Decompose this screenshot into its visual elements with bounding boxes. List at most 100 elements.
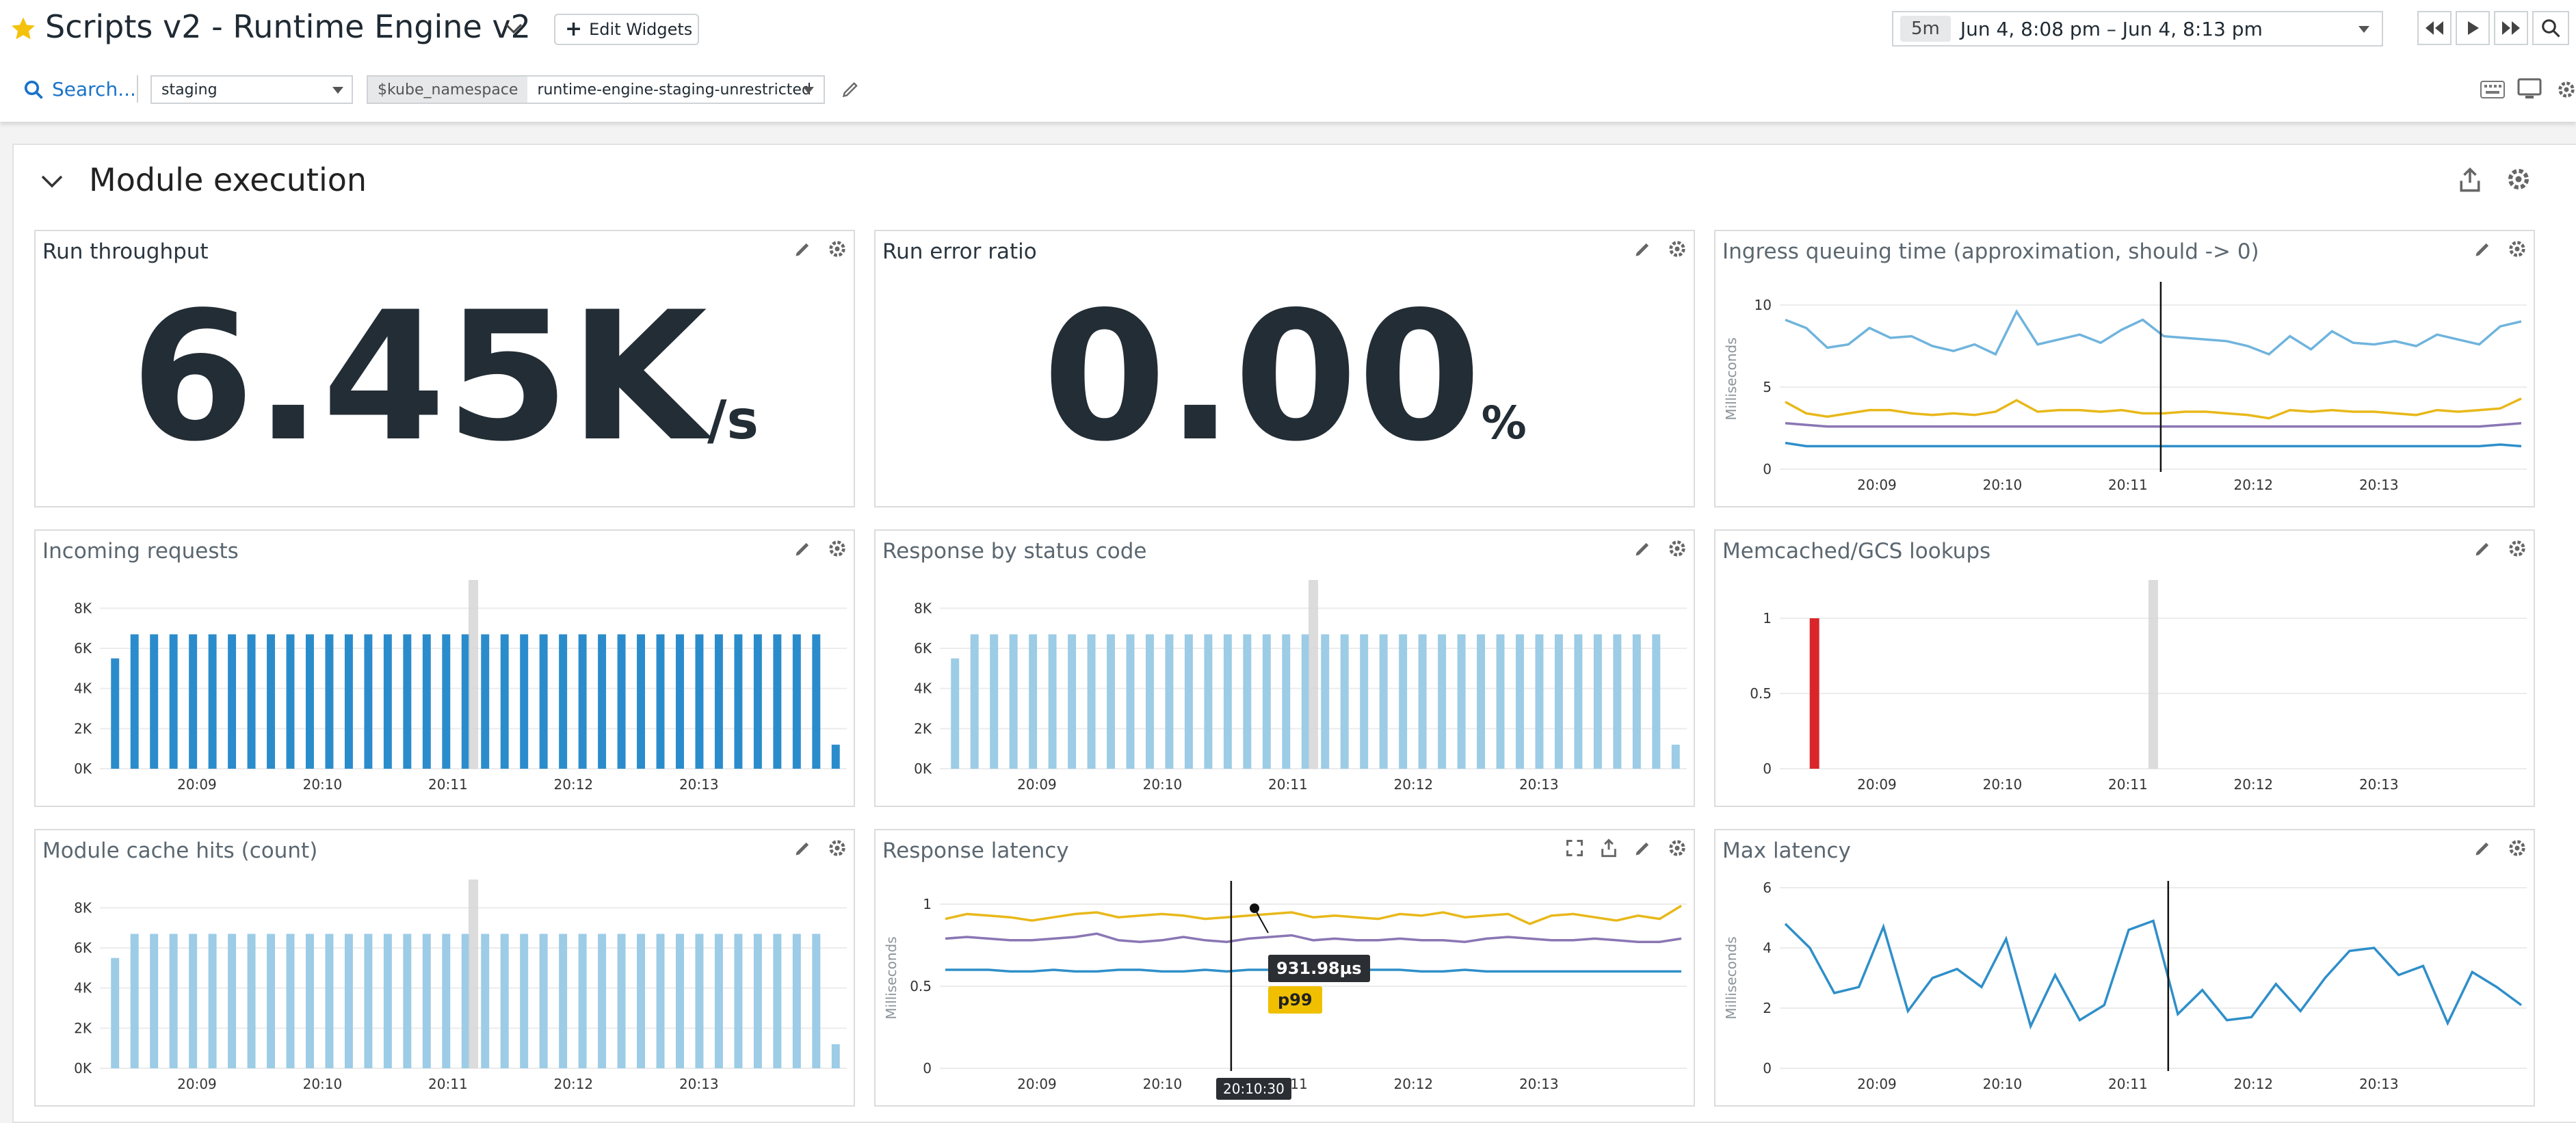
rewind-button[interactable]: [2417, 11, 2452, 45]
bar: [578, 934, 587, 1068]
incoming-bar-chart[interactable]: 0K 2K 4K 6K 8K 20:09 20:10 20:11 20:12 20:13: [36, 572, 854, 804]
x-tick-label: 20:10: [1983, 477, 2023, 493]
gear-icon[interactable]: [1668, 239, 1687, 259]
widget-run-error-ratio[interactable]: Run error ratio 0.00%: [874, 230, 1695, 507]
x-tick-label: 20:11: [2108, 477, 2148, 493]
star-icon[interactable]: [10, 15, 37, 42]
tooltip-series: p99: [1268, 986, 1322, 1014]
gear-icon[interactable]: [2506, 167, 2531, 191]
bar: [970, 634, 979, 769]
bar: [111, 957, 120, 1068]
gear-icon[interactable]: [2508, 539, 2527, 558]
namespace-variable-select[interactable]: $kube_namespace runtime-engine-staging-u…: [367, 75, 825, 104]
pencil-icon[interactable]: [793, 239, 813, 259]
status-code-bar-chart[interactable]: 0K 2K 4K 6K 8K 20:09 20:10 20:11 20:12 20:13: [876, 572, 1694, 804]
widget-ingress-queuing[interactable]: Ingress queuing time (approximation, sho…: [1714, 230, 2535, 507]
collapse-chevron-icon[interactable]: [38, 171, 66, 191]
gear-icon[interactable]: [2508, 239, 2527, 259]
pencil-icon[interactable]: [2473, 539, 2493, 558]
bar: [520, 634, 529, 769]
widget-incoming-requests[interactable]: Incoming requests 0K 2K 4K 6K 8K 20:09 20:10 20…: [34, 529, 855, 807]
x-tick-label: 20:11: [2108, 776, 2148, 793]
widget-response-by-status[interactable]: Response by status code 0K 2K 4K 6K 8K 20:09 2…: [874, 529, 1695, 807]
time-range-picker[interactable]: 5m Jun 4, 8:08 pm – Jun 4, 8:13 pm: [1892, 11, 2383, 47]
pencil-icon[interactable]: [1633, 239, 1653, 259]
x-tick-label: 20:09: [1857, 776, 1897, 793]
x-tick-label: 20:12: [554, 1076, 594, 1092]
bar: [286, 634, 295, 769]
widget-response-latency[interactable]: Response latency 00.5120:0920:1020:1120:…: [874, 829, 1695, 1107]
metric-value: 0.00: [1042, 274, 1482, 481]
bar: [1029, 634, 1038, 769]
cache-hits-bar-chart[interactable]: 0K 2K 4K 6K 8K 20:09 20:10 20:11 20:12 20:13: [36, 871, 854, 1104]
widget-title: Incoming requests: [42, 539, 239, 564]
plus-icon: +: [565, 17, 583, 41]
pencil-icon[interactable]: [2473, 838, 2493, 858]
search-time-button[interactable]: [2532, 11, 2569, 45]
y-tick-label: 2: [1763, 1000, 1772, 1016]
pencil-icon[interactable]: [841, 79, 860, 98]
gear-icon[interactable]: [828, 838, 847, 858]
ingress-line-chart[interactable]: 0 5 10 20:09 20:10 20:11 20:12 20:13 Millisecond…: [1716, 272, 2534, 505]
share-icon[interactable]: [2458, 167, 2482, 193]
bar: [130, 634, 139, 769]
bar: [951, 658, 960, 769]
fast-forward-button[interactable]: [2494, 11, 2528, 45]
share-icon[interactable]: [1599, 838, 1618, 858]
y-axis-label: Milliseconds: [1723, 337, 1739, 420]
chevron-down-icon[interactable]: [503, 22, 524, 36]
pencil-icon[interactable]: [1633, 838, 1653, 858]
widget-title: Response latency: [882, 838, 1069, 863]
y-tick-label: 0: [1763, 761, 1772, 777]
x-tick-label: 20:12: [2234, 776, 2274, 793]
pencil-icon[interactable]: [793, 539, 813, 558]
bar: [1243, 634, 1252, 769]
edit-widgets-label: Edit Widgets: [589, 20, 693, 39]
gear-icon[interactable]: [828, 239, 847, 259]
bar: [1477, 634, 1486, 769]
cursor-time-label: 20:10:30: [1216, 1078, 1291, 1100]
gear-icon[interactable]: [1668, 838, 1687, 858]
gear-icon[interactable]: [2508, 838, 2527, 858]
y-tick-label: 0.5: [910, 978, 932, 994]
bar: [286, 934, 295, 1068]
pencil-icon[interactable]: [1633, 539, 1653, 558]
widget-max-latency[interactable]: Max latency 0 2 4 6 20:09 20:10 20:11 20:12 20:1…: [1714, 829, 2535, 1107]
bar: [364, 934, 373, 1068]
gear-icon[interactable]: [828, 539, 847, 558]
bar: [1360, 634, 1369, 769]
gear-icon[interactable]: [2557, 79, 2576, 100]
expand-icon[interactable]: [1565, 838, 1584, 858]
tv-mode-icon[interactable]: [2517, 78, 2542, 100]
bar: [1632, 634, 1641, 769]
bar: [364, 634, 373, 769]
bar: [1438, 634, 1447, 769]
gear-icon[interactable]: [1668, 539, 1687, 558]
bar: [305, 634, 314, 769]
x-tick-label: 20:10: [1983, 1076, 2023, 1092]
widget-title: Run throughput: [42, 239, 209, 264]
y-tick-label: 0K: [74, 761, 92, 777]
memcached-bar-chart[interactable]: 0 0.5 1 20:09 20:10 20:11 20:12 20:13: [1716, 572, 2534, 804]
widget-memcached-lookups[interactable]: Memcached/GCS lookups 0 0.5 1 20:09 20:10 20:…: [1714, 529, 2535, 807]
max-latency-line-chart[interactable]: 0 2 4 6 20:09 20:10 20:11 20:12 20:13 Millisecond…: [1716, 871, 2534, 1104]
keyboard-icon[interactable]: [2480, 81, 2505, 98]
query-value: 0.00%: [876, 289, 1694, 466]
y-tick-label: 0: [1763, 461, 1772, 477]
y-tick-label: 5: [1763, 379, 1772, 395]
widget-run-throughput[interactable]: Run throughput 6.45K/s: [34, 230, 855, 507]
bar: [1262, 634, 1271, 769]
play-button[interactable]: [2456, 11, 2490, 45]
environment-select[interactable]: staging: [150, 75, 353, 104]
edit-widgets-button[interactable]: + Edit Widgets: [554, 14, 699, 45]
widget-module-cache-hits[interactable]: Module cache hits (count) 0K 2K 4K 6K 8K 20:0…: [34, 829, 855, 1107]
bar: [539, 934, 548, 1068]
bar: [559, 634, 568, 769]
x-tick-label: 20:11: [1268, 776, 1308, 793]
x-tick-label: 20:13: [2359, 776, 2399, 793]
time-marker: [2148, 580, 2158, 769]
x-tick-label: 20:12: [1394, 776, 1434, 793]
pencil-icon[interactable]: [793, 838, 813, 858]
search-link[interactable]: Search...: [52, 78, 136, 101]
pencil-icon[interactable]: [2473, 239, 2493, 259]
